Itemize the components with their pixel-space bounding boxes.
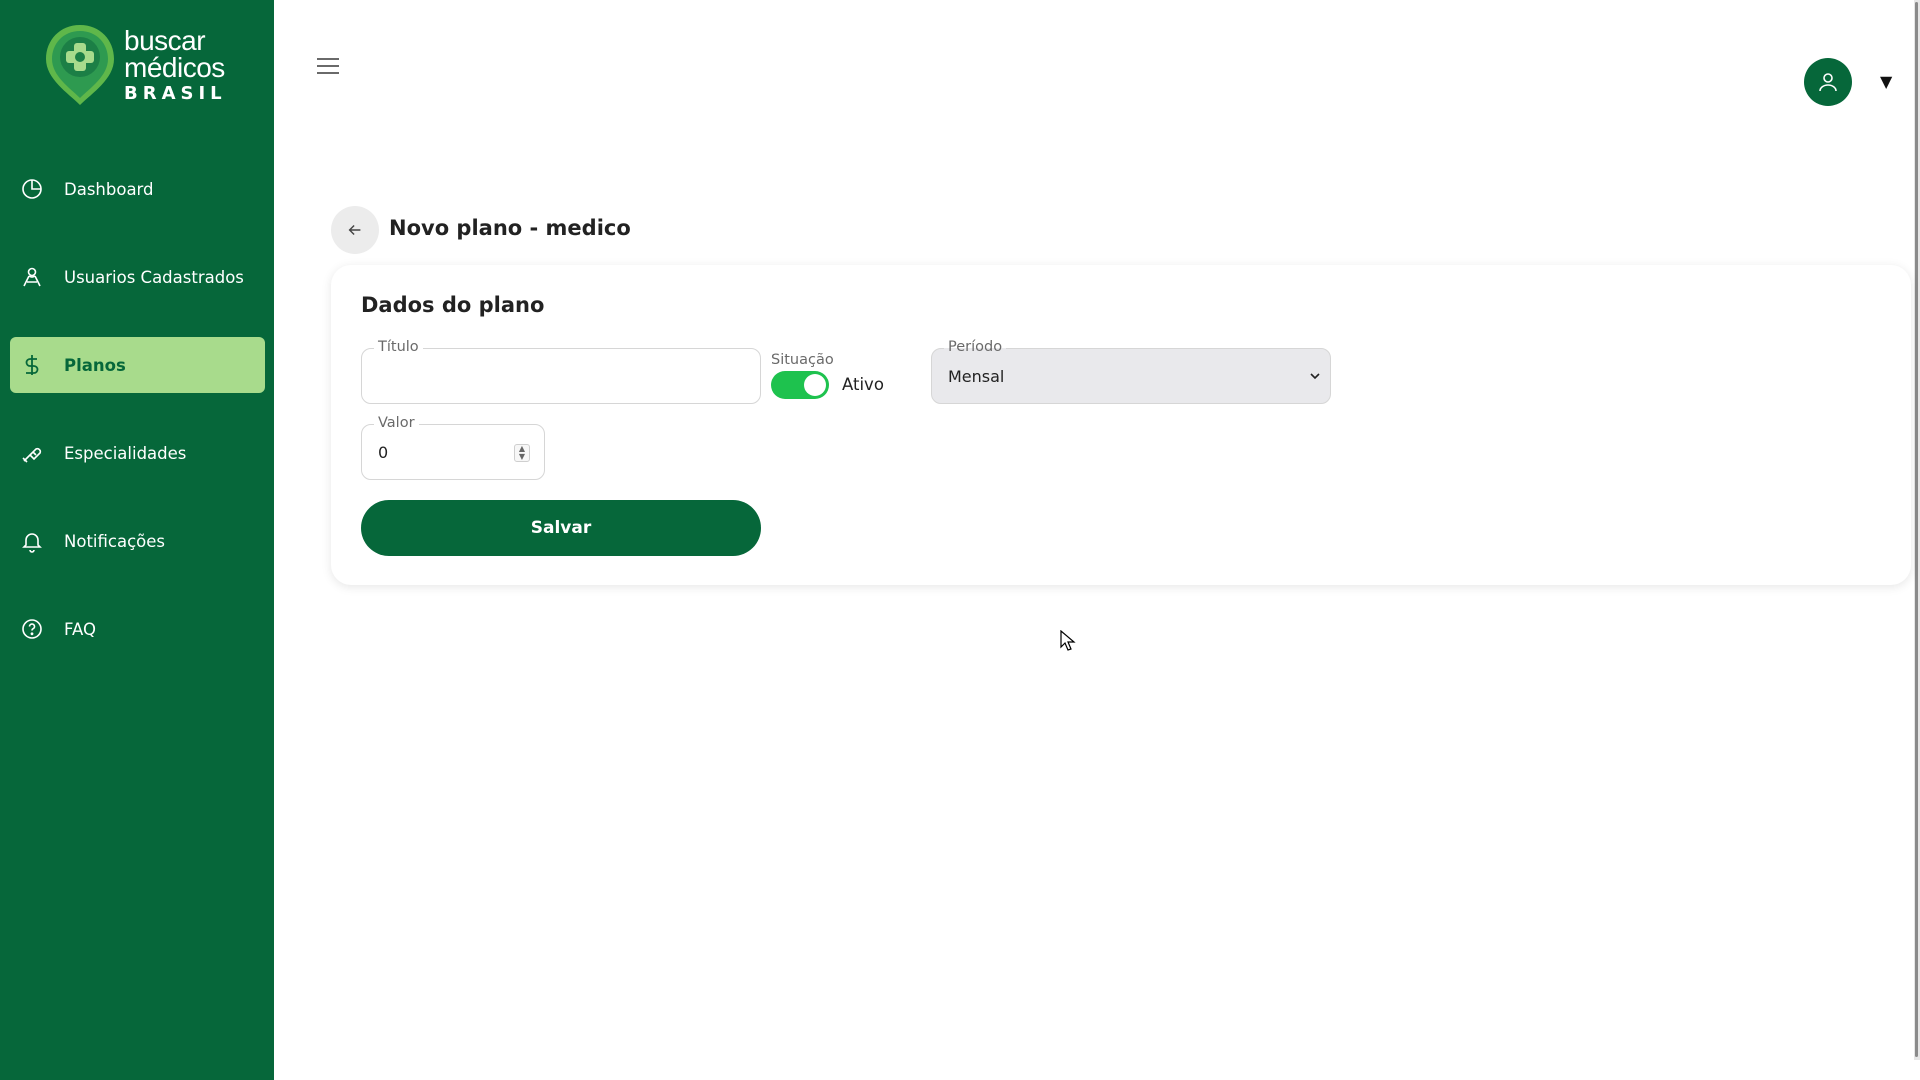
valor-input[interactable] xyxy=(378,425,510,479)
sidebar-item-planos[interactable]: Planos xyxy=(10,337,265,393)
hamburger-menu-icon[interactable] xyxy=(314,52,342,80)
toggle-knob xyxy=(804,374,826,396)
mouse-cursor-icon xyxy=(1060,630,1076,651)
sidebar-item-usuarios[interactable]: Usuarios Cadastrados xyxy=(10,249,265,305)
arrow-left-icon xyxy=(348,224,361,236)
brand-line-2: médicos xyxy=(124,52,225,83)
situacao-toggle[interactable] xyxy=(771,371,829,399)
section-title: Dados do plano xyxy=(361,293,545,317)
situacao-state-label: Ativo xyxy=(842,375,884,394)
sidebar-item-label: Notificações xyxy=(64,531,165,551)
user-avatar[interactable] xyxy=(1804,58,1852,106)
periodo-selected-value: Mensal xyxy=(948,367,1005,386)
sidebar-nav: Dashboard Usuarios Cadastrados Planos Es… xyxy=(10,161,265,689)
pill-icon xyxy=(20,441,44,465)
sidebar-item-especialidades[interactable]: Especialidades xyxy=(10,425,265,481)
help-circle-icon xyxy=(20,617,44,641)
bell-icon xyxy=(20,529,44,553)
sidebar-item-label: Planos xyxy=(64,355,126,375)
page-title: Novo plano - medico xyxy=(389,216,631,240)
dollar-icon xyxy=(20,353,44,377)
titulo-input[interactable] xyxy=(378,349,726,403)
sidebar-item-label: Dashboard xyxy=(64,179,154,199)
periodo-label: Período xyxy=(944,339,1007,355)
periodo-select[interactable]: Período Mensal xyxy=(931,339,1331,404)
titulo-field: Título xyxy=(361,339,761,404)
pie-chart-icon xyxy=(20,177,44,201)
user-menu-caret[interactable]: ▼ xyxy=(1880,72,1892,91)
brand-wordmark: buscar médicos BRASIL xyxy=(124,27,227,103)
sidebar-item-notificacoes[interactable]: Notificações xyxy=(10,513,265,569)
brand-logo[interactable]: buscar médicos BRASIL xyxy=(44,22,234,108)
sidebar-item-label: Usuarios Cadastrados xyxy=(64,267,244,287)
save-button[interactable]: Salvar xyxy=(361,500,761,556)
sidebar-item-dashboard[interactable]: Dashboard xyxy=(10,161,265,217)
chevron-down-icon xyxy=(1310,373,1320,380)
valor-stepper[interactable]: ▲ ▼ xyxy=(514,444,530,462)
sidebar-item-label: FAQ xyxy=(64,619,96,639)
sidebar-item-label: Especialidades xyxy=(64,443,187,463)
users-icon xyxy=(20,265,44,289)
logo-pin-icon xyxy=(46,25,114,105)
scrollbar-thumb[interactable] xyxy=(1915,2,1918,1057)
stepper-down-icon[interactable]: ▼ xyxy=(519,453,525,461)
brand-line-1: buscar xyxy=(124,25,206,56)
valor-field: Valor ▲ ▼ xyxy=(361,415,545,480)
sidebar: buscar médicos BRASIL Dashboard Usuarios… xyxy=(0,0,274,1080)
brand-line-3: BRASIL xyxy=(124,83,227,104)
sidebar-item-faq[interactable]: FAQ xyxy=(10,601,265,657)
back-button[interactable] xyxy=(331,206,379,254)
user-icon xyxy=(1819,73,1837,92)
situacao-label: Situação xyxy=(771,352,834,368)
